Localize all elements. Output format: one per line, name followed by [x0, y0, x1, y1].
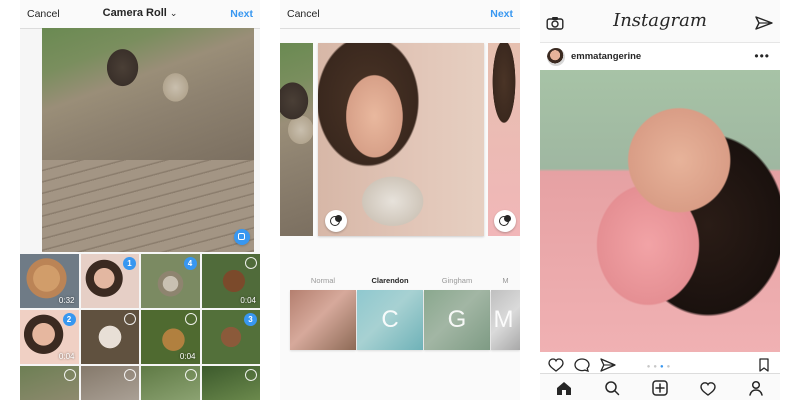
selection-number-badge: 2: [62, 313, 76, 326]
tab-activity[interactable]: [698, 380, 718, 396]
bookmark-icon[interactable]: [758, 358, 770, 372]
carousel-dot: ●: [666, 364, 674, 370]
carousel-dots: ●●●●: [540, 364, 780, 370]
camera-roll-screen: Cancel Camera Roll ⌄ Next 0:32 1 4 0:04 2…: [20, 0, 260, 400]
next-button[interactable]: Next: [230, 8, 253, 20]
selection-circle: [245, 257, 257, 269]
filter-toggle-icon[interactable]: [325, 210, 347, 232]
top-bar: Cancel Camera Roll ⌄ Next: [20, 0, 260, 29]
filter-label-normal[interactable]: Normal: [290, 276, 356, 285]
filter-tile-gingham[interactable]: G: [424, 290, 490, 350]
activity-icon: [700, 382, 716, 396]
filter-screen: Cancel Next Normal Clarendon Gingham M C…: [280, 0, 520, 400]
next-button[interactable]: Next: [490, 8, 513, 20]
filter-toggle-icon[interactable]: [494, 210, 516, 232]
filter-tile-m[interactable]: M: [491, 290, 520, 350]
filter-label-gingham[interactable]: Gingham: [424, 276, 490, 285]
grid-tile-8[interactable]: 3: [201, 310, 260, 364]
filter-letter: G: [447, 306, 467, 333]
video-duration: 0:04: [179, 352, 196, 361]
grid-tile-11[interactable]: [141, 366, 200, 400]
post-photo[interactable]: [540, 70, 780, 352]
selection-circle: [184, 313, 197, 325]
video-duration: 0:04: [240, 296, 256, 305]
filter-label-m[interactable]: M: [491, 276, 520, 285]
grid-tile-10[interactable]: [80, 366, 139, 400]
video-duration: 0:04: [58, 352, 75, 361]
app-logo: Instagram: [613, 10, 707, 31]
filter-tile-clarendon[interactable]: C: [357, 290, 423, 350]
filter-label-clarendon[interactable]: Clarendon: [357, 276, 423, 285]
bottom-tab-bar: [540, 373, 780, 400]
selected-photo-preview: [42, 28, 254, 160]
grid-tile-12[interactable]: [201, 366, 260, 400]
new-post-icon: [652, 380, 668, 396]
filter-letter: M: [493, 306, 514, 333]
selection-circle: [63, 369, 76, 381]
camera-roll-selector[interactable]: Camera Roll ⌄: [20, 7, 260, 19]
carousel-left-peek: [280, 43, 313, 236]
tab-new-post[interactable]: [650, 380, 670, 396]
post-header: emmatangerine •••: [540, 42, 780, 72]
carousel-right-peek: [488, 43, 520, 236]
grid-tile-7[interactable]: 0:04: [141, 310, 200, 364]
post-username[interactable]: emmatangerine: [571, 51, 641, 62]
selection-number-badge: 1: [123, 257, 136, 270]
avatar[interactable]: [547, 48, 565, 66]
grid-tile-4[interactable]: 0:04: [201, 254, 260, 308]
selection-circle: [245, 369, 257, 381]
feed-top-bar: Instagram: [540, 0, 780, 42]
carousel-dot-active: ●: [660, 364, 667, 370]
grid-tile-5[interactable]: 2 0:04: [20, 310, 79, 364]
tab-search[interactable]: [602, 380, 622, 396]
grid-tile-6[interactable]: [80, 310, 139, 364]
selection-circle: [184, 369, 197, 381]
search-icon: [605, 381, 620, 396]
selection-circle: [124, 369, 136, 381]
selection-number-badge: 3: [244, 313, 257, 326]
tab-home[interactable]: [554, 380, 574, 396]
selected-photo-preview-lower: [42, 160, 254, 252]
camera-roll-grid: 0:32 1 4 0:04 2 0:04 0:04 3: [20, 254, 260, 400]
cancel-button[interactable]: Cancel: [287, 8, 320, 20]
filter-letter: C: [381, 306, 399, 333]
chevron-down-icon: ⌄: [169, 8, 178, 18]
filter-tile-normal[interactable]: [290, 290, 356, 350]
grid-tile-3[interactable]: 4: [141, 254, 200, 308]
more-options[interactable]: •••: [754, 49, 770, 63]
feed-screen: Instagram emmatangerine ••• ●●●●: [540, 0, 780, 400]
profile-icon: [749, 380, 763, 396]
top-bar: Cancel Next: [280, 0, 520, 29]
multi-select-button[interactable]: [234, 229, 250, 245]
camera-roll-title: Camera Roll: [102, 7, 167, 19]
selection-number-badge: 4: [183, 257, 197, 270]
tab-profile[interactable]: [746, 380, 766, 396]
carousel-current-photo: [318, 43, 484, 236]
home-icon: [557, 382, 571, 395]
video-duration: 0:32: [58, 296, 75, 305]
send-icon[interactable]: [755, 16, 773, 30]
grid-tile-9[interactable]: [20, 366, 79, 400]
grid-tile-1[interactable]: 0:32: [20, 254, 79, 308]
selection-circle: [124, 313, 136, 325]
grid-tile-2[interactable]: 1: [80, 254, 139, 308]
filter-labels: Normal Clarendon Gingham M: [280, 276, 520, 290]
carousel-dot: ●: [653, 364, 660, 370]
